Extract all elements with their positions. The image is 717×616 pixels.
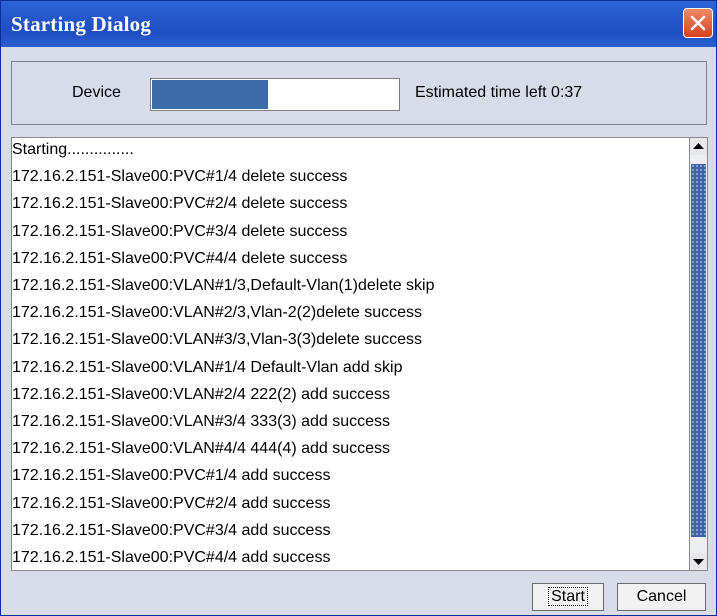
log-line: 172.16.2.151-Slave00:VLAN#3/4 333(3) add… bbox=[12, 413, 391, 430]
title-bar[interactable]: Starting Dialog bbox=[1, 1, 716, 47]
log-line: 172.16.2.151-Slave00:PVC#4/4 add success bbox=[12, 549, 331, 566]
window-title: Starting Dialog bbox=[11, 12, 152, 36]
log-line: 172.16.2.151-Slave00:PVC#2/4 add success bbox=[12, 494, 331, 512]
log-line: 172.16.2.151-Slave00:VLAN#2/4 222(2) add… bbox=[12, 385, 391, 403]
arrow-up-icon bbox=[693, 143, 704, 149]
log-line: 172.16.2.151-Slave00:VLAN#1/3,Default-Vl… bbox=[12, 277, 435, 294]
log-line: 172.16.2.151-Slave00:VLAN#2/3,Vlan-2(2)d… bbox=[12, 304, 423, 322]
log-line: 172.16.2.151-Slave00:PVC#1/4 add success bbox=[12, 467, 331, 485]
log-line: 172.16.2.151-Slave00:VLAN#4/4 444(4) add… bbox=[12, 440, 391, 458]
close-icon bbox=[690, 15, 706, 31]
starting-dialog: Starting Dialog Device Estimated time le… bbox=[0, 0, 717, 616]
log-line: 172.16.2.151-Slave00:PVC#1/4 delete succ… bbox=[12, 168, 348, 186]
log-line: 172.16.2.151-Slave00:PVC#4/4 delete succ… bbox=[12, 249, 348, 267]
start-button-label: Start bbox=[548, 587, 588, 606]
log-line: 172.16.2.151-Slave00:VLAN#1/4 Default-Vl… bbox=[12, 358, 403, 376]
estimated-time-label: Estimated time left 0:37 bbox=[415, 84, 583, 101]
scroll-down-button[interactable] bbox=[690, 553, 707, 570]
scroll-up-button[interactable] bbox=[690, 138, 707, 155]
progress-bar bbox=[150, 78, 400, 111]
log-line: Starting............... bbox=[12, 141, 134, 158]
log-output[interactable]: Starting............... 172.16.2.151-Slav… bbox=[11, 137, 699, 571]
device-label: Device bbox=[72, 84, 121, 101]
progress-fill bbox=[152, 80, 268, 109]
status-panel: Device Estimated time left 0:37 bbox=[11, 61, 707, 125]
log-line: 172.16.2.151-Slave00:PVC#2/4 delete succ… bbox=[12, 195, 348, 213]
log-line: 172.16.2.151-Slave00:PVC#3/4 add success bbox=[12, 521, 331, 539]
arrow-down-icon bbox=[693, 559, 704, 565]
log-line: 172.16.2.151-Slave00:VLAN#3/3,Vlan-3(3)d… bbox=[12, 331, 423, 349]
close-button[interactable] bbox=[683, 8, 713, 38]
scroll-thumb[interactable] bbox=[691, 164, 706, 537]
log-line: 172.16.2.151-Slave00:PVC#3/4 delete succ… bbox=[12, 222, 348, 240]
vertical-scrollbar[interactable] bbox=[689, 137, 708, 571]
start-button[interactable]: Start bbox=[532, 583, 604, 611]
cancel-button[interactable]: Cancel bbox=[617, 583, 706, 611]
